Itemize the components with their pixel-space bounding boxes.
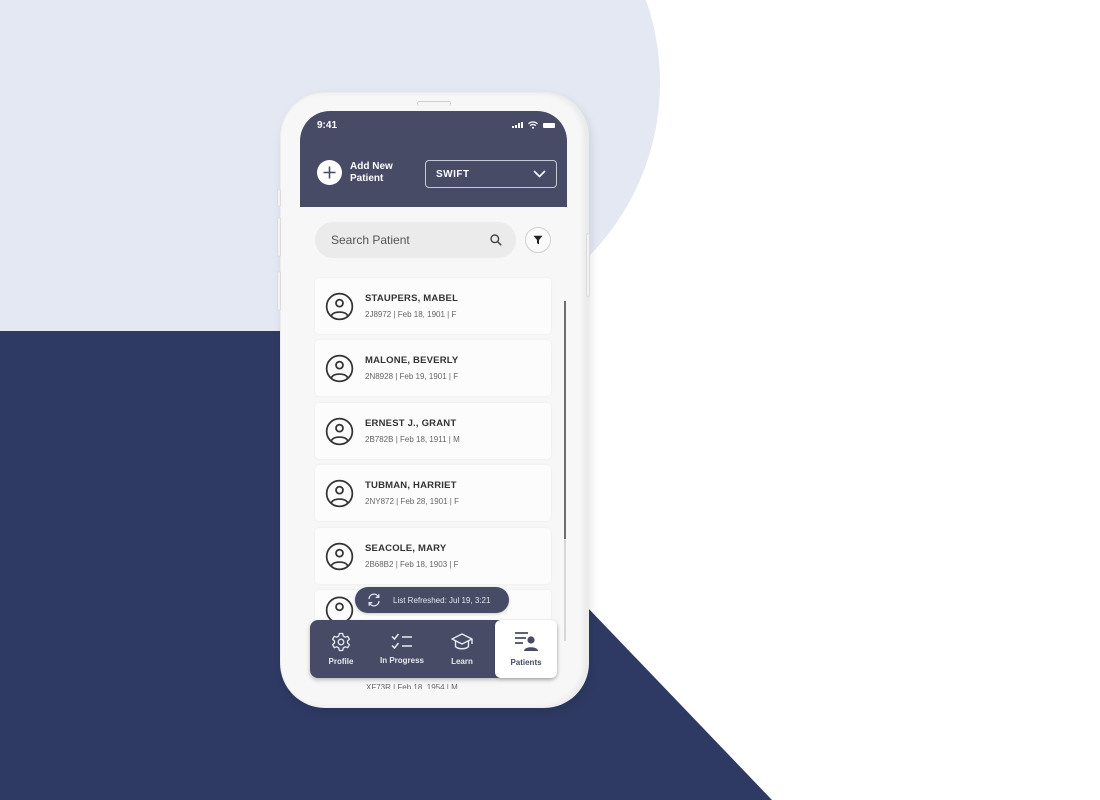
search-bar [315,222,516,258]
patient-card[interactable]: TUBMAN, HARRIET 2NY872 | Feb 28, 1901 | … [315,465,551,521]
checklist-icon [391,633,412,650]
bottom-tab-bar: Profile In Progress Learn Patients [310,620,557,678]
tab-label: Profile [328,657,354,666]
phone-power-button [586,233,590,297]
add-new-patient-button[interactable]: Add New Patient [317,160,393,185]
search-icon[interactable] [490,234,502,246]
user-avatar-icon [325,417,354,445]
tab-in-progress[interactable]: In Progress [372,620,432,678]
filter-icon [533,235,543,245]
patient-meta: 2B68B2 | Feb 18, 1903 | F [365,560,459,569]
user-avatar-icon [325,354,354,382]
list-scrollbar-thumb[interactable] [564,301,566,539]
tab-profile[interactable]: Profile [310,620,372,678]
phone-speaker [417,101,451,106]
patient-meta: 2J8972 | Feb 18, 1901 | F [365,310,457,319]
tab-label: Patients [510,658,542,667]
patient-card[interactable]: ERNEST J., GRANT 2B782B | Feb 18, 1911 |… [315,403,551,459]
patient-meta: 2N8928 | Feb 19, 1901 | F [365,372,459,381]
patient-card[interactable]: MALONE, BEVERLY 2N8928 | Feb 19, 1901 | … [315,340,551,396]
patient-meta-partial: XF73R | Feb 18, 1954 | M [366,683,458,689]
gear-icon [331,632,351,652]
page-background: 9:41 Add New Patient SWIFT Search Patien… [0,0,1100,800]
patient-card[interactable]: SEACOLE, MARY 2B68B2 | Feb 18, 1903 | F [315,528,551,584]
phone-frame: 9:41 Add New Patient SWIFT Search Patien… [277,93,590,707]
filter-button[interactable] [525,227,551,253]
status-icons [512,121,555,129]
battery-icon [543,122,555,128]
phone-volume-down [277,271,281,311]
tab-learn[interactable]: Learn [432,620,492,678]
plus-icon [317,160,342,185]
app-screen: 9:41 Add New Patient SWIFT Search Patien… [300,111,567,689]
signal-icon [512,122,523,128]
patient-meta: 2NY872 | Feb 28, 1901 | F [365,497,459,506]
patient-name: ERNEST J., GRANT [365,418,457,429]
unit-select-value: SWIFT [436,168,470,180]
wifi-icon [528,121,538,129]
status-time: 9:41 [317,120,338,131]
add-new-patient-label: Add New Patient [350,160,393,184]
patient-name: SEACOLE, MARY [365,543,447,554]
search-input[interactable] [331,233,471,247]
user-avatar-icon [325,292,354,320]
user-avatar-icon [325,479,354,507]
patient-name: STAUPERS, MABEL [365,293,459,304]
tab-label: In Progress [379,656,424,665]
refresh-toast: List Refreshed: Jul 19, 3:21 [355,587,509,613]
patient-list-icon [515,632,538,651]
graduation-cap-icon [451,633,473,650]
refresh-icon[interactable] [367,593,381,607]
patient-card[interactable]: STAUPERS, MABEL 2J8972 | Feb 18, 1901 | … [315,278,551,334]
phone-volume-up [277,217,281,257]
refresh-toast-text: List Refreshed: Jul 19, 3:21 [393,595,491,605]
patient-name: TUBMAN, HARRIET [365,480,457,491]
patient-meta: 2B782B | Feb 18, 1911 | M [365,435,460,444]
tab-patients[interactable]: Patients [495,620,557,678]
patient-name: MALONE, BEVERLY [365,355,459,366]
unit-select[interactable]: SWIFT [425,160,557,188]
phone-mute-switch [277,189,281,207]
chevron-down-icon [533,170,546,178]
app-header: 9:41 Add New Patient SWIFT [300,111,567,207]
tab-label: Learn [451,657,473,666]
user-avatar-icon [325,542,354,570]
